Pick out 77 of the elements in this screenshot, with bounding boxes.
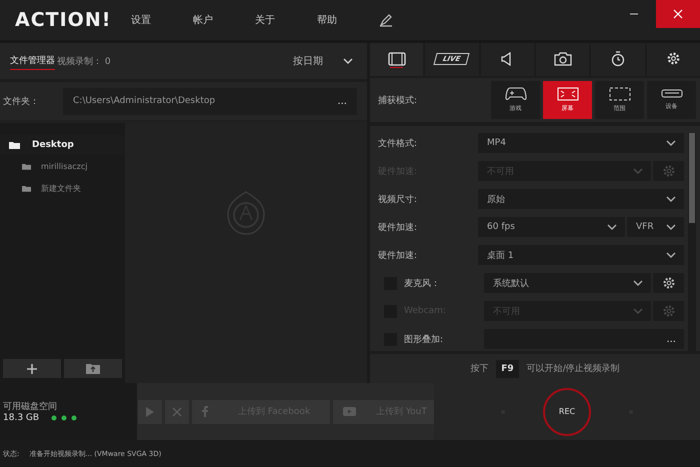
setting-label: 图形叠加: <box>404 334 444 346</box>
folder-tree-item[interactable]: mirillisaczcj <box>0 155 125 177</box>
chevron-icon <box>666 139 676 147</box>
camera-icon <box>554 52 572 66</box>
record-button[interactable]: REC <box>543 388 591 436</box>
play-icon <box>145 406 155 418</box>
chevron-icon <box>633 307 643 315</box>
settings-tab[interactable] <box>591 43 645 76</box>
speaker-icon <box>501 52 514 66</box>
port-icon <box>660 89 682 99</box>
app-logo: ACTION! <box>15 9 112 31</box>
delete-button[interactable] <box>165 400 189 424</box>
screen-icon <box>556 87 578 101</box>
menu-item[interactable]: 帐户 <box>193 13 251 27</box>
folder-tree-item[interactable]: 新建文件夹 <box>0 177 125 199</box>
add-button[interactable] <box>3 359 61 378</box>
folder-icon <box>22 184 31 192</box>
setting-label: 视频尺寸: <box>378 194 418 206</box>
hotkey-key: F9 <box>496 360 519 378</box>
pen-icon[interactable] <box>379 13 393 27</box>
dropdown[interactable]: 原始 <box>478 189 684 209</box>
chevron-icon <box>633 279 643 287</box>
panel-tab[interactable]: 文件管理器 <box>10 52 55 70</box>
close-icon <box>673 9 683 19</box>
gamepad-icon <box>504 87 526 101</box>
chevron-icon <box>607 223 617 231</box>
folder-upload-icon <box>86 363 100 374</box>
scrollbar[interactable] <box>688 133 696 351</box>
stopwatch-icon <box>610 50 625 66</box>
settings-icon <box>662 304 676 318</box>
menu-item[interactable]: 设置 <box>131 13 189 27</box>
menu-item[interactable]: 帮助 <box>317 13 375 27</box>
settings-icon <box>662 164 676 178</box>
hotkey-text: 可以开始/停止视频录制 <box>526 362 620 375</box>
settings-icon <box>662 276 676 290</box>
close-icon <box>172 406 182 416</box>
folder-label: 文件夹： <box>2 96 40 108</box>
hotkey-text: 按下 <box>470 362 488 375</box>
film-icon <box>388 52 406 66</box>
capture-mode-label: 捕获模式: <box>378 94 418 106</box>
disk-space-value: 18.3 GB <box>3 413 40 423</box>
overlay-file-field[interactable]: ... <box>484 329 684 349</box>
sort-dropdown[interactable]: 按日期 <box>289 52 357 70</box>
chevron-icon <box>666 251 676 259</box>
chevron-icon <box>343 57 353 65</box>
dropdown[interactable]: MP4 <box>478 133 684 153</box>
settings-tab[interactable] <box>646 43 700 76</box>
setting-label: 硬件加速: <box>378 222 418 234</box>
setting-label: 文件格式: <box>378 138 418 150</box>
chevron-icon <box>633 167 643 175</box>
settings-tab[interactable] <box>370 43 424 76</box>
folder-icon <box>22 162 31 170</box>
dropdown[interactable]: 60 fps <box>478 217 625 237</box>
dropdown[interactable]: 系统默认 <box>484 273 651 293</box>
status-dots-icon <box>51 415 78 421</box>
settings-tab[interactable] <box>480 43 534 76</box>
dropdown[interactable]: VFR <box>627 217 684 237</box>
seal-icon <box>226 190 266 236</box>
setting-label: 硬件加速: <box>378 250 418 262</box>
settings-icon <box>666 51 681 66</box>
folder-path-field[interactable]: C:\Users\Administrator\Desktop ... <box>63 88 357 114</box>
menu-item[interactable]: 关于 <box>255 13 313 27</box>
settings-button[interactable] <box>653 273 684 293</box>
folder-icon <box>9 141 20 149</box>
youtube-icon <box>343 407 356 416</box>
disk-space-label: 可用磁盘空间 <box>3 400 58 413</box>
chevron-icon <box>666 223 676 231</box>
dropdown[interactable]: 桌面 1 <box>478 245 684 265</box>
folder-upload-button[interactable] <box>64 359 122 378</box>
plus-icon <box>26 362 38 374</box>
setting-label: 麦克风： <box>404 278 441 290</box>
panel-tab[interactable]: 视频录制： 0 <box>57 52 111 70</box>
dashed-rectangle-icon <box>608 87 630 101</box>
play-button[interactable] <box>138 400 162 424</box>
settings-tab[interactable] <box>536 43 590 76</box>
facebook-icon <box>202 406 208 417</box>
chevron-icon <box>666 195 676 203</box>
